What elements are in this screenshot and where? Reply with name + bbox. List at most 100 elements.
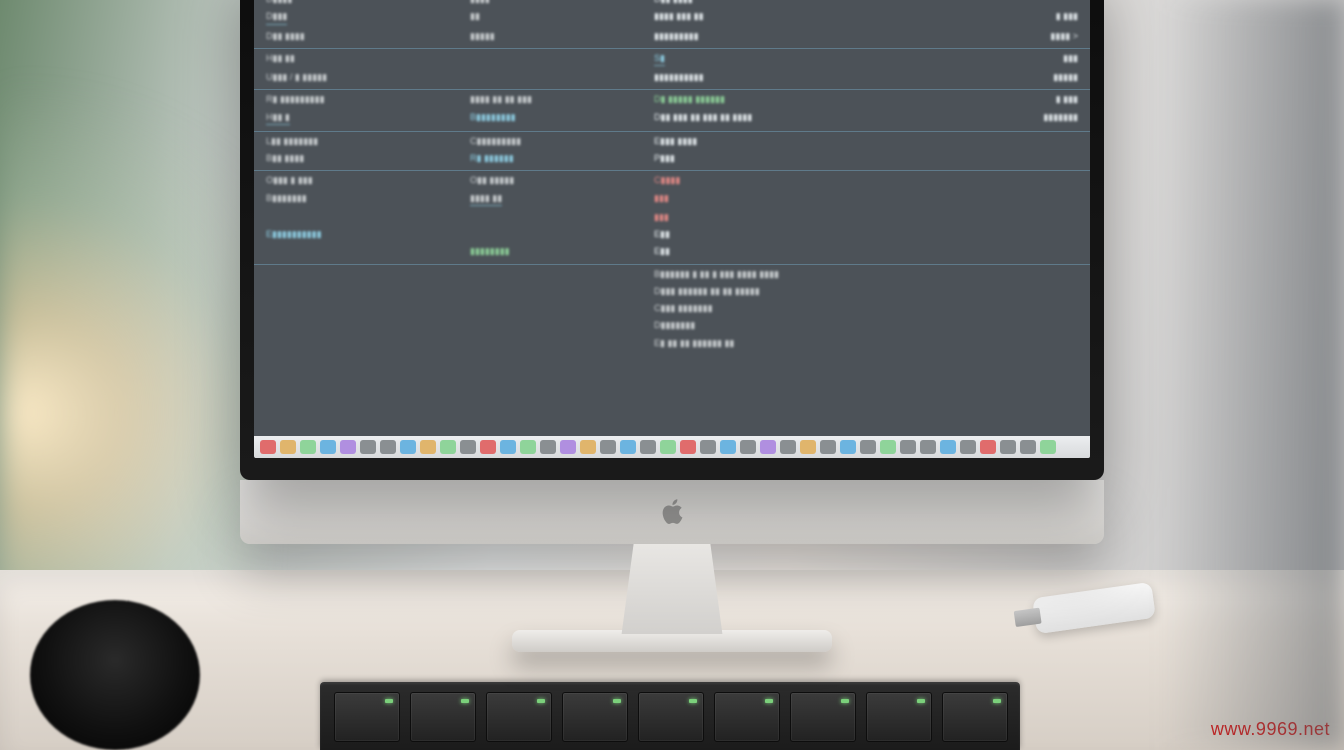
monitor-screen: D▮▮▮▮▮▮▮▮D▮▮ ▮▮▮▮D▮▮▮▮▮▮▮▮▮ ▮▮▮ ▮▮▮ ▮▮▮D… bbox=[254, 0, 1090, 458]
settings-value: ▮▮▮▮▮▮▮▮▮ bbox=[654, 31, 914, 42]
dock-item bbox=[1020, 440, 1036, 454]
settings-label bbox=[266, 246, 456, 257]
settings-label: D▮▮ ▮▮▮▮ bbox=[266, 31, 456, 42]
settings-label: U▮▮▮ / ▮ ▮▮▮▮▮ bbox=[266, 72, 456, 83]
settings-line: C▮▮▮ ▮▮▮▮▮▮▮ bbox=[654, 303, 1078, 314]
settings-label: D▮▮▮▮ bbox=[266, 0, 456, 5]
settings-label: ▮▮▮▮▮▮▮▮ bbox=[470, 246, 640, 257]
settings-label: B▮▮▮▮▮▮▮▮ bbox=[470, 112, 640, 125]
dock-item bbox=[940, 440, 956, 454]
settings-label bbox=[470, 212, 640, 223]
settings-label: R▮ ▮▮▮▮▮▮ bbox=[470, 153, 640, 164]
dock-item bbox=[400, 440, 416, 454]
settings-value: E▮▮ bbox=[654, 246, 914, 257]
settings-value: ▮ ▮▮▮ bbox=[928, 94, 1078, 105]
dock-item bbox=[780, 440, 796, 454]
settings-section: B▮▮▮▮▮▮ ▮ ▮▮ ▮ ▮▮▮ ▮▮▮▮ ▮▮▮▮ D▮▮▮ ▮▮▮▮▮▮ … bbox=[254, 265, 1090, 355]
settings-label: C▮▮▮▮▮▮▮▮▮ bbox=[470, 136, 640, 147]
settings-label: B▮▮▮▮▮▮▮ bbox=[266, 193, 456, 206]
settings-label: E▮▮▮▮▮▮▮▮▮▮ bbox=[266, 229, 456, 240]
settings-value: ▮▮▮ bbox=[928, 53, 1078, 66]
settings-label: ▮▮▮▮ ▮▮ bbox=[470, 193, 640, 206]
settings-label bbox=[470, 53, 640, 66]
settings-label bbox=[470, 72, 640, 83]
settings-value bbox=[928, 136, 1078, 147]
dock-item bbox=[480, 440, 496, 454]
rack-unit bbox=[320, 682, 1020, 750]
dock-item bbox=[600, 440, 616, 454]
settings-value: D▮▮ ▮▮▮ ▮▮ ▮▮▮ ▮▮ ▮▮▮▮ bbox=[654, 112, 914, 125]
settings-label: H▮▮ ▮ bbox=[266, 112, 456, 125]
imac: D▮▮▮▮▮▮▮▮D▮▮ ▮▮▮▮D▮▮▮▮▮▮▮▮▮ ▮▮▮ ▮▮▮ ▮▮▮D… bbox=[240, 0, 1104, 652]
settings-line: D▮▮▮▮▮▮▮ bbox=[654, 320, 1078, 331]
settings-value: ▮▮▮▮▮▮▮ bbox=[928, 112, 1078, 125]
dock-item bbox=[680, 440, 696, 454]
dock-item bbox=[860, 440, 876, 454]
dock-item bbox=[840, 440, 856, 454]
settings-section: D▮▮▮▮▮▮▮▮D▮▮ ▮▮▮▮D▮▮▮▮▮▮▮▮▮ ▮▮▮ ▮▮▮ ▮▮▮D… bbox=[254, 0, 1090, 49]
settings-value: D▮ ▮▮▮▮▮ ▮▮▮▮▮▮ bbox=[654, 94, 914, 105]
settings-value: ▮▮▮▮ > bbox=[928, 31, 1078, 42]
settings-value bbox=[928, 0, 1078, 5]
settings-label: H▮▮ ▮▮ bbox=[266, 53, 456, 66]
settings-value: D▮▮ ▮▮▮▮ bbox=[654, 0, 914, 5]
photo-scene: D▮▮▮▮▮▮▮▮D▮▮ ▮▮▮▮D▮▮▮▮▮▮▮▮▮ ▮▮▮ ▮▮▮ ▮▮▮D… bbox=[0, 0, 1344, 750]
settings-section: O▮▮▮ ▮ ▮▮▮O▮▮ ▮▮▮▮▮C▮▮▮▮B▮▮▮▮▮▮▮▮▮▮▮ ▮▮▮… bbox=[254, 171, 1090, 264]
watermark-text: www.9969.net bbox=[1211, 719, 1330, 740]
settings-section: R▮ ▮▮▮▮▮▮▮▮▮ ▮▮▮▮ ▮▮ ▮▮ ▮▮▮ D▮ ▮▮▮▮▮ ▮▮▮▮▮… bbox=[254, 90, 1090, 132]
imac-stand-neck bbox=[612, 544, 732, 634]
settings-value: C▮▮▮▮ bbox=[654, 175, 914, 186]
settings-line: D▮▮▮ ▮▮▮▮▮▮ ▮▮ ▮▮ ▮▮▮▮▮ bbox=[654, 286, 1078, 297]
dock-item bbox=[580, 440, 596, 454]
dock-item bbox=[520, 440, 536, 454]
settings-line: B▮▮▮▮▮▮ ▮ ▮▮ ▮ ▮▮▮ ▮▮▮▮ ▮▮▮▮ bbox=[654, 269, 1078, 280]
dock-item bbox=[500, 440, 516, 454]
dock-item bbox=[800, 440, 816, 454]
dock-item bbox=[900, 440, 916, 454]
dock-item bbox=[740, 440, 756, 454]
settings-value: ▮▮▮▮ ▮▮▮ ▮▮ bbox=[654, 11, 914, 24]
dock-item bbox=[300, 440, 316, 454]
dock-item bbox=[440, 440, 456, 454]
dock-item bbox=[760, 440, 776, 454]
settings-value bbox=[928, 229, 1078, 240]
settings-value: S▮ bbox=[654, 53, 914, 66]
settings-label: ▮▮ bbox=[470, 11, 640, 24]
camera-lens-prop bbox=[30, 600, 200, 750]
dock-item bbox=[620, 440, 636, 454]
settings-label: R▮ ▮▮▮▮▮▮▮▮▮ bbox=[266, 94, 456, 105]
settings-value: ▮▮▮ bbox=[654, 212, 914, 223]
settings-line: E▮ ▮▮ ▮▮ ▮▮▮▮▮▮ ▮▮ bbox=[654, 338, 1078, 349]
settings-value bbox=[928, 246, 1078, 257]
settings-label: ▮▮▮▮ ▮▮ ▮▮ ▮▮▮ bbox=[470, 94, 640, 105]
dock-taskbar bbox=[254, 436, 1090, 458]
settings-label: D▮▮▮ bbox=[266, 11, 456, 24]
dock-item bbox=[980, 440, 996, 454]
dock-item bbox=[460, 440, 476, 454]
dock-item bbox=[380, 440, 396, 454]
dock-item bbox=[820, 440, 836, 454]
settings-value bbox=[928, 175, 1078, 186]
settings-label: ▮▮▮▮ bbox=[470, 0, 640, 5]
settings-value: ▮▮▮▮▮▮▮▮▮▮ bbox=[654, 72, 914, 83]
settings-value: P▮▮▮ bbox=[654, 153, 914, 164]
apple-logo-icon bbox=[658, 496, 686, 528]
settings-value: ▮▮▮ bbox=[654, 193, 914, 206]
dock-item bbox=[720, 440, 736, 454]
dock-item bbox=[340, 440, 356, 454]
settings-value bbox=[928, 193, 1078, 206]
settings-value bbox=[928, 212, 1078, 223]
dock-item bbox=[560, 440, 576, 454]
settings-value: E▮▮ bbox=[654, 229, 914, 240]
dock-item bbox=[260, 440, 276, 454]
settings-label: ▮▮▮▮▮ bbox=[470, 31, 640, 42]
dock-item bbox=[420, 440, 436, 454]
dock-item bbox=[320, 440, 336, 454]
settings-value: E▮▮▮ ▮▮▮▮ bbox=[654, 136, 914, 147]
dock-item bbox=[360, 440, 376, 454]
dock-item bbox=[540, 440, 556, 454]
dock-item bbox=[920, 440, 936, 454]
dock-item bbox=[640, 440, 656, 454]
settings-section: H▮▮ ▮▮S▮▮▮▮U▮▮▮ / ▮ ▮▮▮▮▮▮▮▮▮▮▮▮▮▮▮▮▮▮▮▮ bbox=[254, 49, 1090, 91]
monitor-bezel: D▮▮▮▮▮▮▮▮D▮▮ ▮▮▮▮D▮▮▮▮▮▮▮▮▮ ▮▮▮ ▮▮▮ ▮▮▮D… bbox=[240, 0, 1104, 480]
